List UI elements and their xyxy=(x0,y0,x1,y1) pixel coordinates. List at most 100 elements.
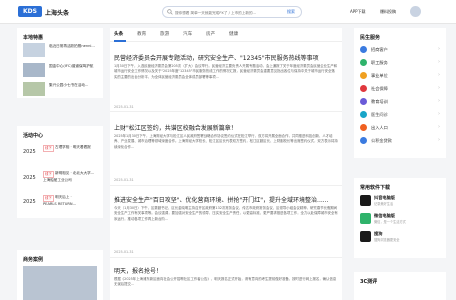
app-download-link[interactable]: APP下载 xyxy=(350,9,366,15)
divider xyxy=(110,111,342,112)
search-input[interactable] xyxy=(175,8,275,17)
service-label: 医生问诊 xyxy=(371,112,388,117)
activity-title: 明天后上 · xyxy=(55,195,72,199)
thumbnail-image xyxy=(23,43,45,57)
article-summary: 根据《2025年上海浦东新区面向社会公开招聘社区工作者公告》，明天报名正式开始，… xyxy=(114,277,337,287)
tab-health[interactable]: 健康 xyxy=(229,31,238,37)
chevron-right-icon: › xyxy=(438,59,440,65)
submit-news-link[interactable]: 爆料投稿 xyxy=(380,9,396,15)
article-date: 2025-01-31 xyxy=(114,178,134,182)
software-download-card: 常用软件下载 抖音电脑版 记录美好生活 微信电脑版 微信，是一个生活方式 搜狗 … xyxy=(354,178,446,258)
chevron-right-icon: › xyxy=(438,111,440,117)
tab-education[interactable]: 教育 xyxy=(137,31,146,37)
activity-title: 新明相见 · 北北大大学... xyxy=(55,171,95,175)
news-article[interactable]: 上财"松江区签约，共谱区校融合发展新篇章！ 2025年1月30日下午，上海财经大… xyxy=(110,120,342,186)
business-cases-card: 商务案例 xyxy=(17,250,103,300)
app-description: 搜狗浏览器更安全 xyxy=(374,238,400,242)
app-description: 记录美好生活 xyxy=(374,202,394,206)
douyin-icon xyxy=(360,195,371,206)
chevron-right-icon: › xyxy=(438,124,440,130)
service-item-education[interactable]: 教育培训 › xyxy=(360,97,440,107)
service-item-merchants[interactable]: 招商客户 › xyxy=(360,45,440,55)
activity-year: 2025 xyxy=(23,175,36,181)
list-item[interactable]: 临近日常再活跃拍照nenni... xyxy=(23,43,109,57)
tab-headlines[interactable]: 头条 xyxy=(114,31,123,37)
active-tab-indicator xyxy=(114,40,126,42)
app-description: 微信，是一个生活方式 xyxy=(374,220,406,224)
service-item-staff[interactable]: 职工服务 › xyxy=(360,58,440,68)
top-navigation-bar: KDS 上海头条 搜索 APP下载 爆料投稿 xyxy=(0,0,456,24)
tab-auto[interactable]: 汽车 xyxy=(183,31,192,37)
building-icon xyxy=(360,46,367,53)
search-box[interactable]: 搜索 xyxy=(162,6,302,18)
tab-realestate[interactable]: 房产 xyxy=(206,31,215,37)
thumbnail-image xyxy=(23,63,45,77)
public-services-title: 民生服务 xyxy=(360,35,381,41)
list-item-text: 国金中心(IFC)普道保驾护航 xyxy=(49,64,94,68)
site-logo[interactable]: KDS xyxy=(18,6,42,17)
app-item-sogou[interactable]: 搜狗 搜狗浏览器更安全 xyxy=(360,231,446,245)
service-item-institutions[interactable]: 事业单位 › xyxy=(360,71,440,81)
article-title[interactable]: 明天，报名抢号！ xyxy=(114,266,338,275)
tech-review-title: 3C测评 xyxy=(360,279,378,285)
local-deals-title: 本地特惠 xyxy=(23,35,44,41)
list-item[interactable]: 集兴公园小七书在活动... xyxy=(23,82,109,96)
chevron-right-icon: › xyxy=(438,46,440,52)
news-article[interactable]: 推进安全生产"百日攻坚"、优化营商环境、拼抢"开门红"，提升全域环境整治....… xyxy=(110,192,342,258)
article-date: 2025-01-31 xyxy=(114,250,134,254)
activity-item[interactable]: 2025 线下 新明相见 · 北北大大学... 上海船舶工业公司 xyxy=(23,170,111,186)
service-item-social-security[interactable]: 社会保障 › xyxy=(360,84,440,94)
service-item-population[interactable]: 出入人口 › xyxy=(360,123,440,133)
site-name[interactable]: 上海头条 xyxy=(45,8,69,17)
app-item-douyin[interactable]: 抖音电脑版 记录美好生活 xyxy=(360,195,446,209)
activity-tag: 线下 xyxy=(43,195,54,202)
service-item-doctor[interactable]: 医生问诊 › xyxy=(360,110,440,120)
service-label: 社会保障 xyxy=(371,86,388,91)
article-summary: 1月30日下午，入选民营经济委员会第205次（扩大）会议举行。民营经济主要负责人… xyxy=(114,64,338,79)
wechat-icon xyxy=(360,213,371,224)
chevron-right-icon: › xyxy=(438,137,440,143)
article-title[interactable]: 民营经济委员会开展专题活动，研究安全生产、"12345"市民服务热线等事项 xyxy=(114,53,338,62)
service-label: 职工服务 xyxy=(371,60,388,65)
tab-travel[interactable]: 旅游 xyxy=(160,31,169,37)
news-article[interactable]: 民营经济委员会开展专题活动，研究安全生产、"12345"市民服务热线等事项 1月… xyxy=(110,50,342,112)
list-item[interactable]: 国金中心(IFC)普道保驾护航 xyxy=(23,63,109,77)
coin-icon xyxy=(360,137,367,144)
service-item-housing-fund[interactable]: 公积金贷款 › xyxy=(360,136,440,146)
chevron-right-icon: › xyxy=(438,72,440,78)
briefcase-icon xyxy=(360,72,367,79)
service-label: 出入人口 xyxy=(371,125,388,130)
list-item-text: 临近日常再活跃拍照nenni... xyxy=(49,44,95,48)
chevron-right-icon: › xyxy=(438,85,440,91)
service-label: 招商客户 xyxy=(371,47,388,52)
activity-subtitle: 上海船舶工业公司 xyxy=(43,178,72,182)
article-title[interactable]: 上财"松江区签约，共谱区校融合发展新篇章！ xyxy=(114,123,338,132)
local-deals-card: 本地特惠 临近日常再活跃拍照nenni... 国金中心(IFC)普道保驾护航 集… xyxy=(17,28,103,98)
public-services-card: 民生服务 招商客户 › 职工服务 › 事业单位 › 社会保障 › 教育培训 › … xyxy=(354,28,446,158)
book-icon xyxy=(360,98,367,105)
activity-center-title: 活动中心 xyxy=(23,133,44,139)
category-tabs: 头条 教育 旅游 汽车 房产 健康 xyxy=(110,30,342,42)
user-avatar[interactable] xyxy=(410,6,421,17)
article-date: 2025-01-31 xyxy=(114,105,134,109)
search-button[interactable]: 搜索 xyxy=(281,6,301,18)
activity-item[interactable]: 2025 线下 古理学相 · 明天看看报 xyxy=(23,144,111,160)
service-label: 公积金贷款 xyxy=(371,138,392,143)
news-article[interactable]: 明天，报名抢号！ 根据《2025年上海浦东新区面向社会公开招聘社区工作者公告》，… xyxy=(110,263,342,300)
software-download-title: 常用软件下载 xyxy=(360,185,391,191)
activity-year: 2025 xyxy=(23,149,36,155)
article-summary: 2025年1月30日下午，上海财经大学与松江区人民政府签署战略合作协议签约仪式在… xyxy=(114,134,338,149)
divider xyxy=(110,185,342,186)
activity-tag: 线下 xyxy=(43,171,54,178)
shield-icon xyxy=(360,85,367,92)
activity-subtitle: PEARLS RETURN... xyxy=(43,202,77,206)
activity-title: 古理学相 · 明天看看报 xyxy=(55,145,91,149)
article-title[interactable]: 推进安全生产"百日攻坚"、优化营商环境、拼抢"开门红"，提升全域环境整治....… xyxy=(114,195,338,204)
business-case-image[interactable] xyxy=(23,266,97,300)
activity-center-card: 活动中心 2025 线下 古理学相 · 明天看看报 2025 线下 新明相见 ·… xyxy=(17,126,103,218)
app-item-wechat[interactable]: 微信电脑版 微信，是一个生活方式 xyxy=(360,213,446,227)
thumbnail-image xyxy=(23,82,45,96)
people-icon xyxy=(360,124,367,131)
activity-item[interactable]: 2025 线下 明天后上 · PEARLS RETURN... xyxy=(23,194,111,210)
article-summary: 今天（1月30日）下午，区委副书记、区长金晓明主持召开区政府第132次常务会议，… xyxy=(114,206,338,221)
